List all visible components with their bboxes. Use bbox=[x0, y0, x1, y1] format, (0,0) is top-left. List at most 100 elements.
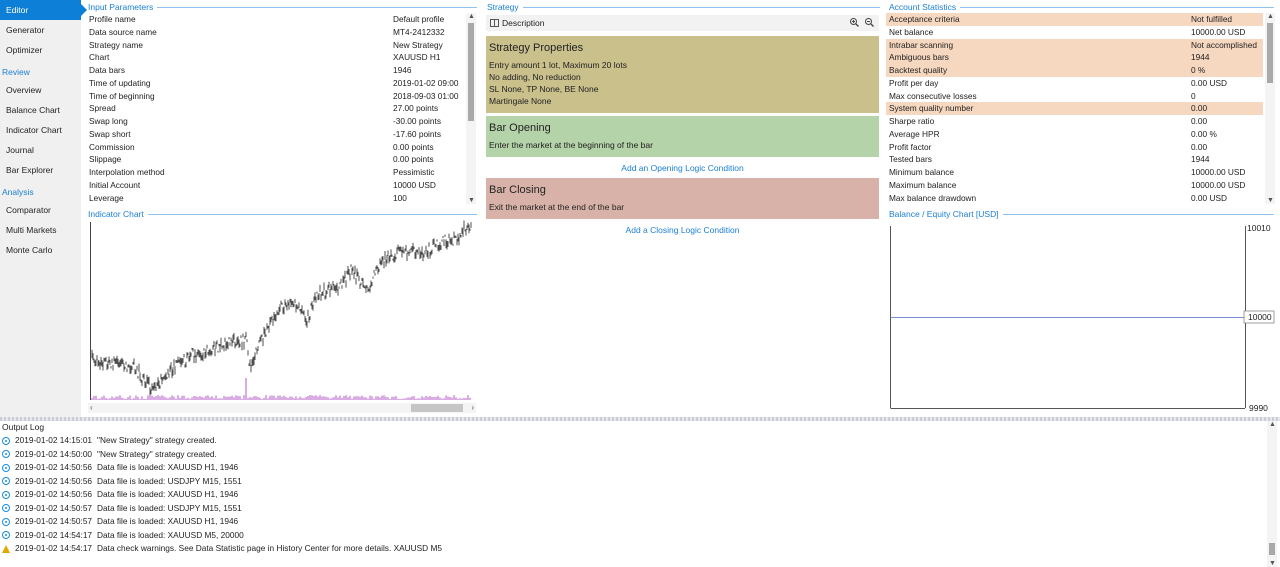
statistic-value: 0.00 USD bbox=[1191, 192, 1227, 203]
statistic-row[interactable]: Net balance 10000.00 USD bbox=[886, 26, 1263, 39]
output-log-scrollbar[interactable]: ▲ ▼ bbox=[1267, 421, 1277, 567]
nav-item-comparator[interactable]: Comparator bbox=[0, 200, 81, 220]
scroll-right-icon[interactable]: › bbox=[471, 403, 474, 412]
nav-item-overview[interactable]: Overview bbox=[0, 80, 81, 100]
parameter-row[interactable]: Time of beginning 2018-09-03 01:00 bbox=[86, 90, 465, 103]
splitter-handle[interactable] bbox=[0, 417, 1280, 421]
bar-opening-block[interactable]: Bar Opening Enter the market at the begi… bbox=[486, 116, 879, 157]
statistic-row[interactable]: Tested bars 1944 bbox=[886, 153, 1263, 166]
description-icon[interactable] bbox=[490, 19, 499, 27]
zoom-in-icon[interactable] bbox=[850, 18, 859, 27]
parameter-value: 1946 bbox=[393, 65, 412, 75]
indicator-chart-canvas bbox=[90, 220, 472, 400]
add-closing-condition-link[interactable]: Add a Closing Logic Condition bbox=[486, 225, 879, 235]
log-entry[interactable]: 2019-01-02 14:50:57 Data file is loaded: … bbox=[0, 502, 1266, 516]
statistic-row[interactable]: Max balance drawdown 0.00 USD bbox=[886, 192, 1263, 205]
parameter-row[interactable]: Data bars 1946 bbox=[86, 64, 465, 77]
nav-item-bar-explorer[interactable]: Bar Explorer bbox=[0, 160, 81, 180]
bar-closing-block[interactable]: Bar Closing Exit the market at the end o… bbox=[486, 178, 879, 219]
statistic-name: Average HPR bbox=[889, 128, 940, 139]
statistic-name: Net balance bbox=[889, 26, 934, 37]
description-button[interactable]: Description bbox=[502, 18, 545, 28]
nav-item-multi-markets[interactable]: Multi Markets bbox=[0, 220, 81, 240]
statistic-row[interactable]: Minimum balance 10000.00 USD bbox=[886, 166, 1263, 179]
parameter-row[interactable]: Swap long -30.00 points bbox=[86, 115, 465, 128]
statistic-row[interactable]: Profit factor 0.00 bbox=[886, 141, 1263, 154]
input-parameters-scrollbar[interactable]: ▲ ▼ bbox=[466, 13, 476, 204]
statistic-value: 1944 bbox=[1191, 52, 1210, 63]
balance-chart-canvas: 10000 10010 9990 bbox=[890, 223, 1275, 413]
balance-equity-chart[interactable]: 10000 10010 9990 bbox=[889, 220, 1275, 413]
parameter-value: -30.00 points bbox=[393, 116, 441, 126]
scrollbar-thumb[interactable] bbox=[411, 404, 463, 412]
parameter-name: Chart bbox=[89, 52, 110, 63]
strategy-properties-block[interactable]: Strategy Properties Entry amount 1 lot, … bbox=[486, 36, 879, 113]
nav-item-monte-carlo[interactable]: Monte Carlo bbox=[0, 240, 81, 260]
statistic-row[interactable]: Average HPR 0.00 % bbox=[886, 128, 1263, 141]
nav-item-indicator-chart[interactable]: Indicator Chart bbox=[0, 120, 81, 140]
log-entry[interactable]: 2019-01-02 14:54:17 Data file is loaded: … bbox=[0, 529, 1266, 543]
parameter-row[interactable]: Data source name MT4-2412332 bbox=[86, 26, 465, 39]
nav-item-optimizer[interactable]: Optimizer bbox=[0, 40, 81, 60]
parameter-name: Leverage bbox=[89, 192, 124, 203]
statistic-row[interactable]: Backtest quality 0 % bbox=[886, 64, 1263, 77]
parameter-name: Commission bbox=[89, 141, 135, 152]
info-icon bbox=[2, 463, 10, 472]
parameter-row[interactable]: Interpolation method Pessimistic bbox=[86, 166, 465, 179]
zoom-out-icon[interactable] bbox=[865, 18, 874, 27]
statistic-name: System quality number bbox=[889, 103, 974, 114]
log-entry[interactable]: 2019-01-02 14:50:56 Data file is loaded: … bbox=[0, 488, 1266, 502]
scrollbar-thumb[interactable] bbox=[1269, 543, 1275, 555]
statistic-row[interactable]: Intrabar scanning Not accomplished bbox=[886, 38, 1263, 52]
log-entry[interactable]: 2019-01-02 14:15:01 "New Strategy" strate… bbox=[0, 434, 1266, 448]
statistic-row[interactable]: Profit per day 0.00 USD bbox=[886, 77, 1263, 90]
scroll-down-icon[interactable]: ▼ bbox=[1269, 560, 1276, 567]
nav-item-balance-chart[interactable]: Balance Chart bbox=[0, 100, 81, 120]
info-icon bbox=[2, 531, 10, 540]
parameter-row[interactable]: Chart XAUUSD H1 bbox=[86, 51, 465, 64]
statistic-row[interactable]: Ambiguous bars 1944 bbox=[886, 51, 1263, 64]
statistic-row[interactable]: Max consecutive losses 0 bbox=[886, 90, 1263, 103]
log-entry[interactable]: 2019-01-02 14:50:00 "New Strategy" strate… bbox=[0, 448, 1266, 462]
add-opening-condition-link[interactable]: Add an Opening Logic Condition bbox=[486, 163, 879, 173]
scroll-down-icon[interactable]: ▼ bbox=[1267, 197, 1274, 204]
statistic-name: Sharpe ratio bbox=[889, 116, 935, 126]
statistic-value: 1944 bbox=[1191, 154, 1210, 165]
scrollbar-thumb[interactable] bbox=[468, 23, 474, 121]
parameter-row[interactable]: Time of updating 2019-01-02 09:00 bbox=[86, 77, 465, 90]
parameter-row[interactable]: Swap short -17.60 points bbox=[86, 128, 465, 141]
statistic-row[interactable]: Acceptance criteria Not fulfilled bbox=[886, 13, 1263, 26]
parameter-row[interactable]: Slippage 0.00 points bbox=[86, 153, 465, 166]
parameter-value: 10000 USD bbox=[393, 179, 436, 190]
nav-item-generator[interactable]: Generator bbox=[0, 20, 81, 40]
parameter-row[interactable]: Profile name Default profile bbox=[86, 13, 465, 26]
nav-item-editor[interactable]: Editor bbox=[0, 0, 87, 20]
log-timestamp: 2019-01-02 14:50:00 bbox=[15, 448, 93, 459]
parameter-row[interactable]: Commission 0.00 points bbox=[86, 141, 465, 154]
account-statistics-scrollbar[interactable]: ▲ ▼ bbox=[1265, 13, 1275, 204]
statistic-value: 10000.00 USD bbox=[1191, 167, 1246, 177]
output-log-title: Output Log bbox=[2, 422, 45, 432]
scroll-up-icon[interactable]: ▲ bbox=[1269, 421, 1276, 428]
indicator-chart[interactable] bbox=[88, 220, 476, 402]
nav-item-journal[interactable]: Journal bbox=[0, 140, 81, 160]
app-window: Editor Generator Optimizer Review Overvi… bbox=[0, 0, 1280, 567]
statistic-row[interactable]: Maximum balance 10000.00 USD bbox=[886, 179, 1263, 192]
bar-opening-heading: Bar Opening bbox=[489, 122, 551, 134]
parameter-row[interactable]: Leverage 100 bbox=[86, 192, 465, 205]
log-entry[interactable]: 2019-01-02 14:50:56 Data file is loaded: … bbox=[0, 475, 1266, 489]
scroll-up-icon[interactable]: ▲ bbox=[1267, 13, 1274, 20]
indicator-chart-hscrollbar[interactable]: ‹ › bbox=[88, 403, 476, 413]
statistic-row[interactable]: System quality number 0.00 bbox=[886, 102, 1263, 115]
log-entry[interactable]: 2019-01-02 14:50:57 Data file is loaded: … bbox=[0, 515, 1266, 529]
log-entry[interactable]: 2019-01-02 14:50:56 Data file is loaded: … bbox=[0, 461, 1266, 475]
parameter-row[interactable]: Spread 27.00 points bbox=[86, 102, 465, 115]
parameter-row[interactable]: Strategy name New Strategy bbox=[86, 39, 465, 52]
scroll-left-icon[interactable]: ‹ bbox=[90, 403, 93, 412]
statistic-row[interactable]: Sharpe ratio 0.00 bbox=[886, 115, 1263, 128]
scrollbar-thumb[interactable] bbox=[1267, 23, 1273, 83]
log-entry[interactable]: 2019-01-02 14:54:17 Data check warnings. … bbox=[0, 542, 1266, 556]
scroll-down-icon[interactable]: ▼ bbox=[468, 197, 475, 204]
scroll-up-icon[interactable]: ▲ bbox=[468, 13, 475, 20]
parameter-row[interactable]: Initial Account 10000 USD bbox=[86, 179, 465, 192]
